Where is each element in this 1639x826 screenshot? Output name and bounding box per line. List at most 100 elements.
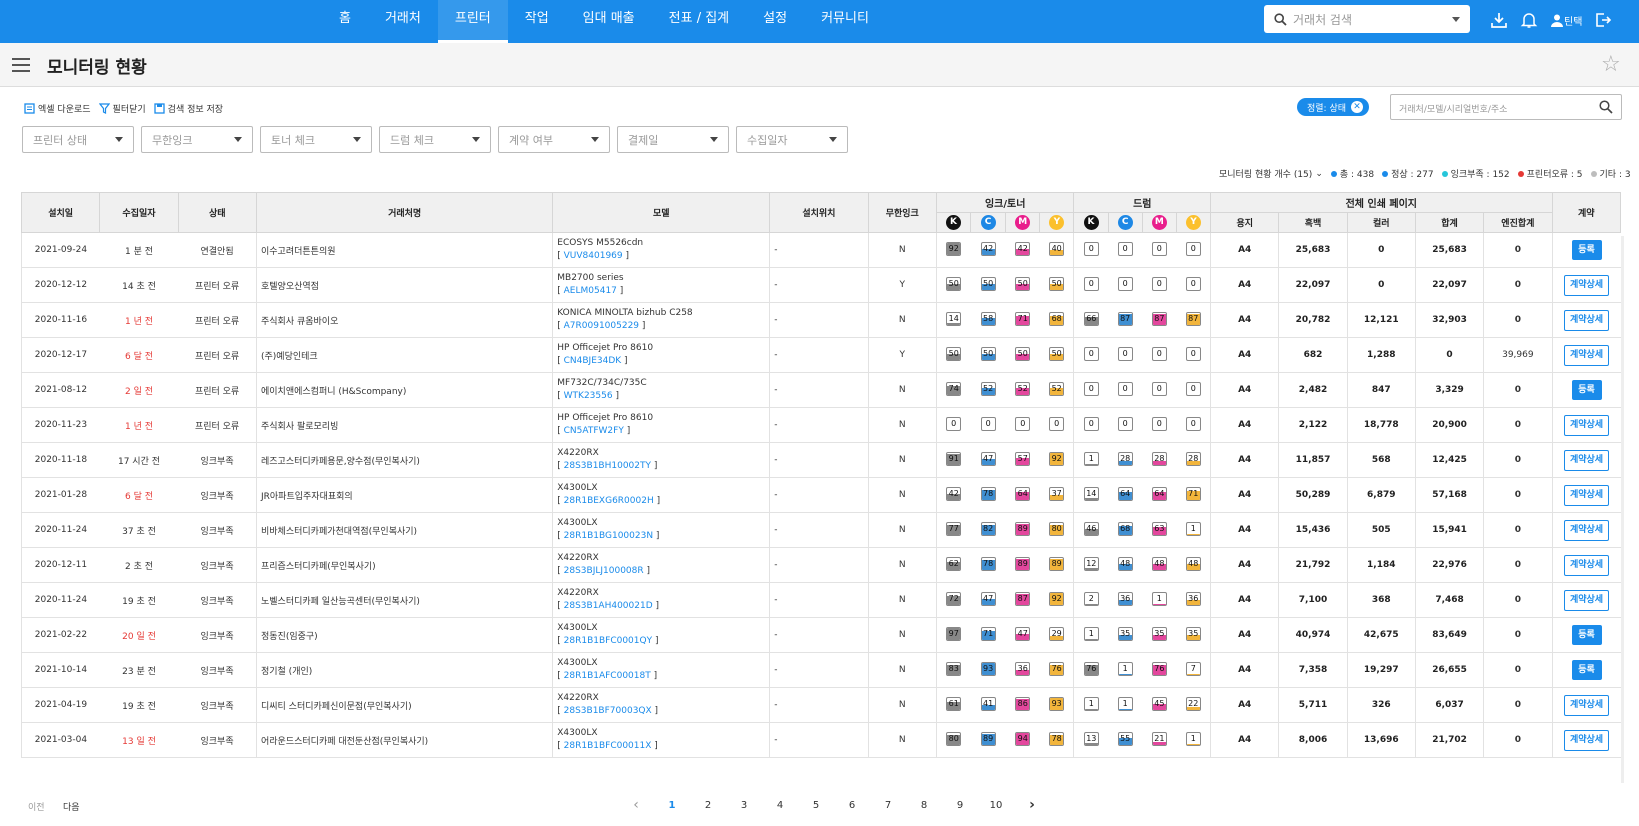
contract-detail-button[interactable]: 계약상세 (1564, 554, 1609, 576)
page-number[interactable]: 9 (942, 800, 978, 811)
serial-link[interactable]: 28S3B1BH10002TY (564, 461, 651, 471)
serial-link[interactable]: VUV8401969 (564, 251, 623, 261)
hamburger-menu-icon[interactable] (12, 58, 30, 72)
contract-detail-button[interactable]: 계약상세 (1564, 694, 1609, 716)
nav-item[interactable]: 프린터 (437, 0, 508, 43)
contract-detail-button[interactable]: 계약상세 (1564, 449, 1609, 471)
col-unlimited-ink[interactable]: 무한잉크 (867, 192, 937, 233)
col-model[interactable]: 모델 (552, 192, 771, 233)
col-mono[interactable]: 흑백 (1278, 212, 1348, 233)
serial-link[interactable]: A7R0091005229 (564, 321, 639, 331)
table-row[interactable]: 2020-11-24 37 초 전 잉크부족 비바체스터디카페가천대역점(무인복사기)… (20, 512, 1621, 548)
col-location[interactable]: 설치위치 (769, 192, 869, 233)
serial-link[interactable]: 28R1B1BFC0001QY (564, 636, 652, 646)
page-number[interactable]: 4 (762, 800, 798, 811)
sort-chip[interactable]: 정렬: 상태 ✕ (1297, 98, 1370, 116)
table-row[interactable]: 2021-01-28 6 달 전 잉크부족 JR아파트입주자대표회의 X4300LX [ … (20, 477, 1621, 513)
register-contract-button[interactable]: 등록 (1571, 660, 1602, 680)
serial-link[interactable]: 28R1B1AFC00018T (564, 671, 651, 681)
col-engine-total[interactable]: 엔진합계 (1483, 212, 1553, 233)
filter-select[interactable]: 수집일자 (736, 126, 848, 153)
col-total[interactable]: 합계 (1414, 212, 1485, 233)
serial-link[interactable]: AELM05417 (564, 286, 617, 296)
filter-select[interactable]: 계약 여부 (498, 126, 610, 153)
monitoring-count-dropdown[interactable]: 모니터링 현황 개수 (15) ⌄ (1219, 167, 1323, 181)
nav-item[interactable]: 홈 (322, 0, 368, 43)
contract-detail-button[interactable]: 계약상세 (1564, 729, 1609, 751)
nav-item[interactable]: 작업 (508, 0, 566, 43)
scrollbar[interactable] (1621, 236, 1624, 783)
favorite-star-icon[interactable]: ☆ (1601, 52, 1621, 77)
logout-icon[interactable] (1594, 11, 1612, 29)
register-contract-button[interactable]: 등록 (1571, 625, 1602, 645)
table-row[interactable]: 2020-12-17 6 달 전 프린터 오류 (주)예당인테크 HP Officeje… (20, 337, 1621, 373)
nav-item[interactable]: 임대 매출 (566, 0, 652, 43)
page-number[interactable]: 5 (798, 800, 834, 811)
filter-select[interactable]: 프린터 상태 (22, 126, 134, 153)
table-row[interactable]: 2020-11-23 1 년 전 프린터 오류 주식회사 팔로모리빙 HP Office… (20, 407, 1621, 443)
user-menu[interactable]: 틴택 (1550, 13, 1582, 28)
chevron-left-icon[interactable]: ‹ (618, 797, 654, 813)
page-number[interactable]: 1 (654, 800, 690, 811)
col-collect-date[interactable]: 수집일자 (99, 192, 179, 233)
nav-item[interactable]: 커뮤니티 (804, 0, 886, 43)
filter-select[interactable]: 무한잉크 (141, 126, 253, 153)
serial-link[interactable]: 28R1B1BG100023N (564, 531, 653, 541)
col-install-date[interactable]: 설치일 (20, 192, 101, 233)
contract-detail-button[interactable]: 계약상세 (1564, 484, 1609, 506)
contract-detail-button[interactable]: 계약상세 (1564, 274, 1609, 296)
register-contract-button[interactable]: 등록 (1571, 380, 1602, 400)
page-number[interactable]: 6 (834, 800, 870, 811)
contract-detail-button[interactable]: 계약상세 (1564, 344, 1609, 366)
download-icon[interactable] (1490, 11, 1508, 29)
client-search-select[interactable]: 거래처 검색 (1264, 5, 1470, 33)
table-row[interactable]: 2021-08-12 2 일 전 프린터 오류 에이치앤에스컴퍼니 (H&Scompa… (20, 372, 1621, 408)
page-number[interactable]: 8 (906, 800, 942, 811)
contract-detail-button[interactable]: 계약상세 (1564, 309, 1609, 331)
contract-detail-button[interactable]: 계약상세 (1564, 414, 1609, 436)
col-contract[interactable]: 계약 (1551, 192, 1622, 233)
serial-link[interactable]: CN4BJE34DK (564, 356, 622, 366)
register-contract-button[interactable]: 등록 (1571, 240, 1602, 260)
page-number[interactable]: 2 (690, 800, 726, 811)
table-row[interactable]: 2020-12-11 2 초 전 잉크부족 프리즘스터디카페(무인복사기) X4220R… (20, 547, 1621, 583)
serial-link[interactable]: 28S3B1AH400021D (564, 601, 653, 611)
col-color[interactable]: 컬러 (1346, 212, 1416, 233)
page-number[interactable]: 7 (870, 800, 906, 811)
serial-link[interactable]: 28R1B1BFC00011X (564, 741, 652, 751)
serial-link[interactable]: CN5ATFW2FY (564, 426, 624, 436)
nav-item[interactable]: 전표 / 집계 (652, 0, 747, 43)
filter-select[interactable]: 결제일 (617, 126, 729, 153)
table-row[interactable]: 2020-11-16 1 년 전 프린터 오류 주식회사 큐옴바이오 KONICA MI… (20, 302, 1621, 338)
excel-download-button[interactable]: 엑셀 다운로드 (24, 102, 91, 115)
table-row[interactable]: 2021-03-04 13 일 전 잉크부족 어라운드스터디카페 대전둔산점(무인복사… (20, 722, 1621, 758)
table-row[interactable]: 2021-10-14 23 분 전 잉크부족 정기철 (개인) X4300LX [ 28R… (20, 652, 1621, 688)
next-text-link[interactable]: 다음 (63, 800, 80, 813)
page-number[interactable]: 10 (978, 800, 1014, 811)
page-number[interactable]: 3 (726, 800, 762, 811)
notification-bell-icon[interactable] (1520, 11, 1538, 29)
prev-text-link[interactable]: 이전 (28, 800, 45, 813)
close-icon[interactable]: ✕ (1351, 101, 1364, 113)
serial-link[interactable]: 28S3B1BF70003QX (564, 706, 652, 716)
serial-link[interactable]: 28S3BJLJ100008R (564, 566, 644, 576)
contract-detail-button[interactable]: 계약상세 (1564, 519, 1609, 541)
keyword-search-input[interactable]: 거래처/모델/시리얼번호/주소 (1390, 94, 1622, 120)
serial-link[interactable]: 28R1BEXG6R0002H (564, 496, 654, 506)
table-row[interactable]: 2021-09-24 1 분 전 연결안됨 이수고려더튼튼의원 ECOSYS M5526… (20, 232, 1621, 268)
chevron-right-icon[interactable]: › (1014, 797, 1050, 813)
table-row[interactable]: 2021-02-22 20 일 전 잉크부족 정동진(임중구) X4300LX [ 28R… (20, 617, 1621, 653)
col-client[interactable]: 거래처명 (255, 192, 554, 233)
search-icon[interactable] (1599, 100, 1613, 114)
contract-detail-button[interactable]: 계약상세 (1564, 589, 1609, 611)
nav-item[interactable]: 설정 (746, 0, 804, 43)
serial-link[interactable]: WTK23556 (564, 391, 613, 401)
table-row[interactable]: 2021-04-19 19 초 전 잉크부족 디씨티 스터디카페신이문점(무인복사기)… (20, 687, 1621, 723)
table-row[interactable]: 2020-11-18 17 시간 전 잉크부족 레즈고스터디카페용문,양수점(무인복사… (20, 442, 1621, 478)
table-row[interactable]: 2020-11-24 19 초 전 잉크부족 노벨스터디카페 일산능곡센터(무인복사기… (20, 582, 1621, 618)
nav-item[interactable]: 거래처 (368, 0, 438, 43)
filter-select[interactable]: 토너 체크 (260, 126, 372, 153)
filter-toggle-button[interactable]: 필터닫기 (98, 102, 146, 115)
save-search-button[interactable]: 검색 정보 저장 (154, 102, 223, 115)
filter-select[interactable]: 드럼 체크 (379, 126, 491, 153)
